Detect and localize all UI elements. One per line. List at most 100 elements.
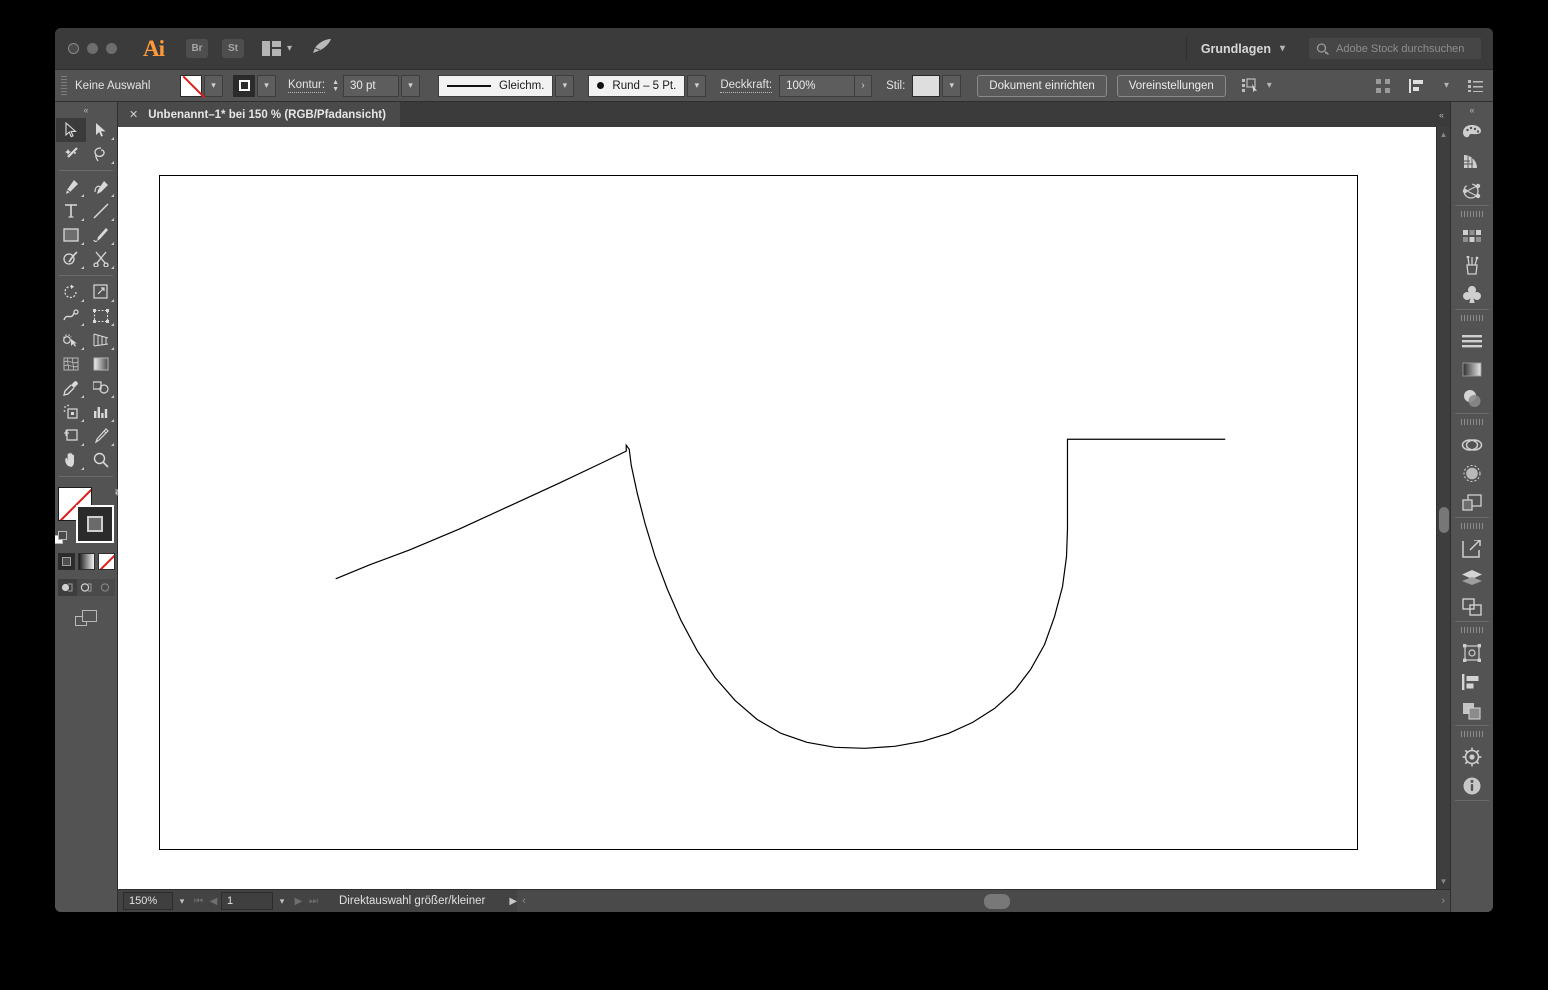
panel-symbols[interactable] xyxy=(1451,280,1494,309)
mesh-tool[interactable] xyxy=(56,352,86,376)
workspace-switcher[interactable]: Grundlagen ▾ xyxy=(1185,36,1299,61)
close-window-button[interactable] xyxy=(68,43,79,54)
none-mode-button[interactable] xyxy=(97,553,115,570)
opacity-field[interactable]: 100% xyxy=(779,74,856,97)
panel-brushes[interactable] xyxy=(1451,251,1494,280)
panel-dock-collapse-button[interactable]: « xyxy=(1451,102,1493,118)
scroll-down-icon[interactable]: ▼ xyxy=(1440,874,1448,889)
document-tab[interactable]: ✕ Unbenannt–1* bei 150 % (RGB/Pfadansich… xyxy=(118,102,400,127)
bridge-button[interactable]: Br xyxy=(186,39,208,58)
panel-gradient[interactable] xyxy=(1451,355,1494,384)
vertical-scroll-thumb[interactable] xyxy=(1439,507,1449,533)
shape-builder-tool[interactable] xyxy=(56,328,86,352)
gradient-mode-button[interactable] xyxy=(77,553,95,570)
stroke-color-swatch[interactable] xyxy=(233,74,255,97)
dock-group-gripper[interactable] xyxy=(1461,211,1483,217)
panel-info[interactable] xyxy=(1451,771,1494,800)
rectangle-tool[interactable] xyxy=(56,223,86,247)
canvas[interactable] xyxy=(118,127,1436,889)
arrange-grid-icon[interactable] xyxy=(1375,78,1390,93)
blend-tool[interactable] xyxy=(86,376,116,400)
artboard[interactable] xyxy=(159,175,1358,850)
horizontal-scrollbar[interactable]: ‹ › xyxy=(517,890,1450,912)
tools-panel-collapse-button[interactable]: « xyxy=(55,102,117,118)
stroke-swatch-dropdown[interactable]: ▾ xyxy=(257,74,276,97)
scroll-right-icon[interactable]: › xyxy=(1436,895,1450,907)
graphic-style-dropdown[interactable]: ▾ xyxy=(942,74,962,97)
artboard-number-field[interactable]: 1 xyxy=(221,892,273,910)
draw-normal-button[interactable] xyxy=(57,579,77,596)
opacity-label[interactable]: Deckkraft: xyxy=(720,79,773,93)
width-profile-field[interactable]: Gleichm. xyxy=(438,74,554,97)
default-fill-stroke-icon[interactable] xyxy=(55,531,68,545)
maximize-window-button[interactable] xyxy=(106,43,117,54)
dock-group-gripper[interactable] xyxy=(1461,523,1483,529)
panel-stroke[interactable] xyxy=(1451,326,1494,355)
zoom-level-dropdown[interactable]: ▾ xyxy=(173,892,191,910)
status-menu-icon[interactable]: ▶ xyxy=(509,896,517,907)
panel-menu-icon[interactable] xyxy=(1468,79,1483,92)
artboard-tool[interactable] xyxy=(56,424,86,448)
panel-pathfinder[interactable] xyxy=(1451,696,1494,725)
perspective-grid-tool[interactable] xyxy=(86,328,116,352)
hand-tool[interactable] xyxy=(56,448,86,472)
stock-button[interactable]: St xyxy=(222,39,244,58)
lasso-tool[interactable] xyxy=(86,142,116,166)
color-mode-button[interactable] xyxy=(57,553,75,570)
panel-swatches[interactable] xyxy=(1451,222,1494,251)
scroll-up-icon[interactable]: ▲ xyxy=(1440,127,1448,142)
width-tool[interactable] xyxy=(56,304,86,328)
preferences-button[interactable]: Voreinstellungen xyxy=(1116,74,1226,97)
brush-definition-dropdown[interactable]: ▾ xyxy=(687,74,707,97)
panel-artboards[interactable] xyxy=(1451,592,1494,621)
horizontal-scroll-thumb[interactable] xyxy=(983,894,1010,909)
dock-group-gripper[interactable] xyxy=(1461,315,1483,321)
scale-tool[interactable] xyxy=(86,280,116,304)
panel-appearance[interactable] xyxy=(1451,430,1494,459)
panel-layers-alt[interactable] xyxy=(1451,488,1494,517)
next-page-icon[interactable]: ▶ xyxy=(291,896,306,907)
zoom-tool[interactable] xyxy=(86,448,116,472)
line-segment-tool[interactable] xyxy=(86,199,116,223)
opacity-options-button[interactable]: › xyxy=(855,74,873,97)
graphic-style-swatch[interactable] xyxy=(912,74,941,97)
symbol-sprayer-tool[interactable] xyxy=(56,400,86,424)
rotate-tool[interactable] xyxy=(56,280,86,304)
tab-strip-collapse-button[interactable]: « xyxy=(1433,102,1450,127)
stroke-weight-field[interactable]: 30 pt xyxy=(343,74,400,97)
fill-color-swatch[interactable] xyxy=(180,74,202,97)
chevron-down-icon[interactable]: ▾ xyxy=(1267,80,1272,91)
fill-swatch-dropdown[interactable]: ▾ xyxy=(204,74,223,97)
type-tool[interactable] xyxy=(56,199,86,223)
panel-align[interactable] xyxy=(1451,667,1494,696)
dock-group-gripper[interactable] xyxy=(1461,627,1483,633)
width-profile-dropdown[interactable]: ▾ xyxy=(555,74,575,97)
document-setup-button[interactable]: Dokument einrichten xyxy=(977,74,1107,97)
rocket-button[interactable] xyxy=(312,38,332,59)
chevron-down-icon[interactable]: ▾ xyxy=(1444,80,1449,91)
panel-transparency[interactable] xyxy=(1451,384,1494,413)
align-icon[interactable] xyxy=(1408,78,1425,93)
panel-libraries[interactable] xyxy=(1451,742,1494,771)
scissors-tool[interactable] xyxy=(86,247,116,271)
free-transform-tool[interactable] xyxy=(86,304,116,328)
curvature-tool[interactable] xyxy=(86,175,116,199)
panel-transform[interactable] xyxy=(1451,638,1494,667)
stroke-color-swatch-large[interactable] xyxy=(76,505,114,543)
control-bar-gripper[interactable] xyxy=(61,76,67,95)
panel-layers[interactable] xyxy=(1451,563,1494,592)
arrange-documents-button[interactable]: ▾ xyxy=(262,41,292,56)
selection-tool[interactable] xyxy=(56,118,86,142)
stroke-weight-dropdown[interactable]: ▾ xyxy=(401,74,421,97)
window-controls[interactable] xyxy=(55,43,117,54)
dock-group-gripper[interactable] xyxy=(1461,731,1483,737)
draw-inside-button[interactable] xyxy=(95,579,115,596)
pen-tool[interactable] xyxy=(56,175,86,199)
dock-group-gripper[interactable] xyxy=(1461,419,1483,425)
magic-wand-tool[interactable] xyxy=(56,142,86,166)
close-icon[interactable]: ✕ xyxy=(129,108,138,121)
stroke-weight-stepper[interactable]: ▲ ▼ xyxy=(332,79,339,93)
select-similar-objects-icon[interactable] xyxy=(1241,78,1260,93)
minimize-window-button[interactable] xyxy=(87,43,98,54)
panel-graphic-styles[interactable] xyxy=(1451,459,1494,488)
